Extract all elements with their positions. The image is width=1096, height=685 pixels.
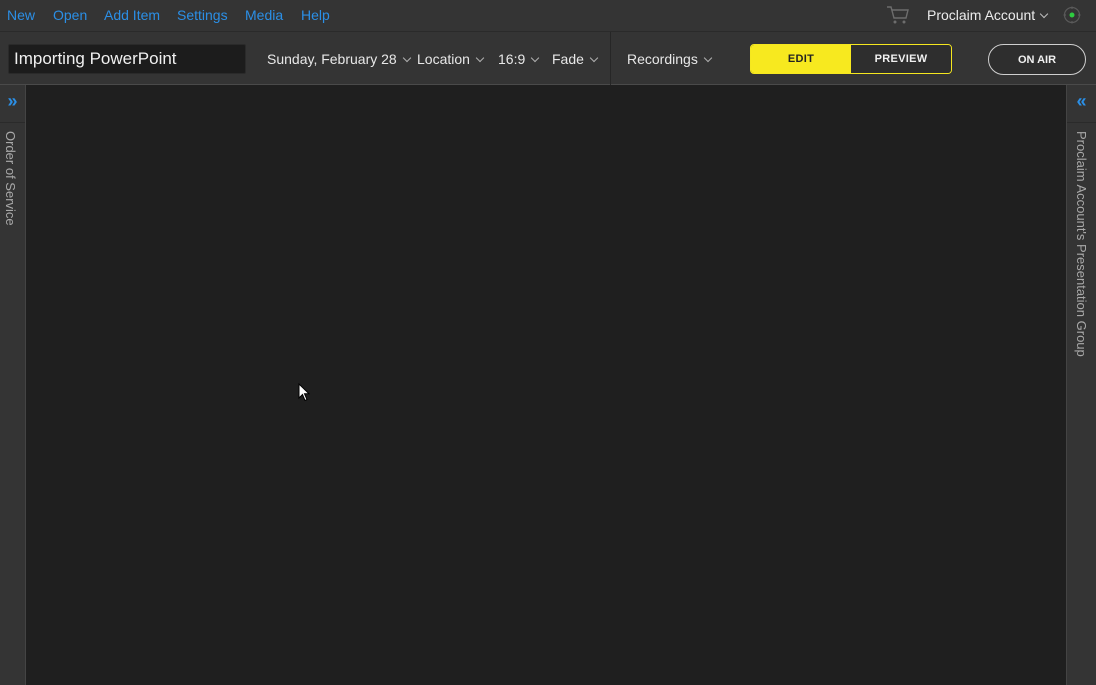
menu-new[interactable]: New bbox=[7, 7, 35, 23]
shopping-cart-icon[interactable] bbox=[886, 5, 910, 25]
account-menu[interactable]: Proclaim Account bbox=[927, 7, 1049, 23]
menu-media[interactable]: Media bbox=[245, 7, 283, 23]
presentation-title-input[interactable] bbox=[8, 44, 246, 74]
chevron-down-icon bbox=[703, 53, 713, 63]
editor-canvas[interactable] bbox=[26, 85, 1066, 685]
mode-toggle: EDIT PREVIEW bbox=[750, 44, 952, 74]
panel-divider bbox=[0, 122, 25, 123]
menu-settings[interactable]: Settings bbox=[177, 7, 228, 23]
chevron-down-icon bbox=[402, 53, 411, 63]
location-dropdown[interactable]: Location bbox=[417, 51, 485, 67]
menu-bar: New Open Add Item Settings Media Help Pr… bbox=[0, 0, 1096, 31]
chevron-down-icon bbox=[589, 53, 599, 63]
preview-mode-button[interactable]: PREVIEW bbox=[851, 45, 951, 73]
transition-dropdown[interactable]: Fade bbox=[552, 51, 599, 67]
aspect-ratio-label: 16:9 bbox=[498, 51, 526, 67]
chevron-down-icon bbox=[1039, 9, 1049, 19]
recordings-label: Recordings bbox=[627, 51, 698, 67]
date-dropdown[interactable]: Sunday, February 28 bbox=[267, 51, 411, 67]
chevron-down-icon bbox=[475, 53, 485, 63]
order-of-service-panel: » Order of Service bbox=[0, 85, 26, 685]
transition-label: Fade bbox=[552, 51, 584, 67]
status-indicator-icon[interactable] bbox=[1063, 6, 1081, 24]
toolbar-divider bbox=[610, 32, 611, 85]
on-air-button[interactable]: ON AIR bbox=[988, 44, 1086, 75]
aspect-ratio-dropdown[interactable]: 16:9 bbox=[498, 51, 540, 67]
account-label: Proclaim Account bbox=[927, 7, 1036, 23]
presentation-group-panel: « Proclaim Account's Presentation Group bbox=[1066, 85, 1096, 685]
menu-help[interactable]: Help bbox=[301, 7, 330, 23]
panel-divider bbox=[1067, 122, 1096, 123]
order-of-service-label[interactable]: Order of Service bbox=[3, 131, 18, 226]
location-label: Location bbox=[417, 51, 470, 67]
expand-left-panel-icon[interactable]: » bbox=[0, 90, 25, 112]
presentation-group-label[interactable]: Proclaim Account's Presentation Group bbox=[1074, 131, 1089, 357]
menu-open[interactable]: Open bbox=[53, 7, 87, 23]
edit-mode-button[interactable]: EDIT bbox=[751, 45, 851, 73]
menu-add-item[interactable]: Add Item bbox=[104, 7, 160, 23]
expand-right-panel-icon[interactable]: « bbox=[1067, 90, 1096, 112]
toolbar: Sunday, February 28 Location 16:9 Fade R… bbox=[0, 31, 1096, 85]
chevron-down-icon bbox=[531, 53, 540, 63]
recordings-dropdown[interactable]: Recordings bbox=[627, 51, 713, 67]
mouse-cursor-icon bbox=[298, 383, 310, 402]
date-label: Sunday, February 28 bbox=[267, 51, 397, 67]
